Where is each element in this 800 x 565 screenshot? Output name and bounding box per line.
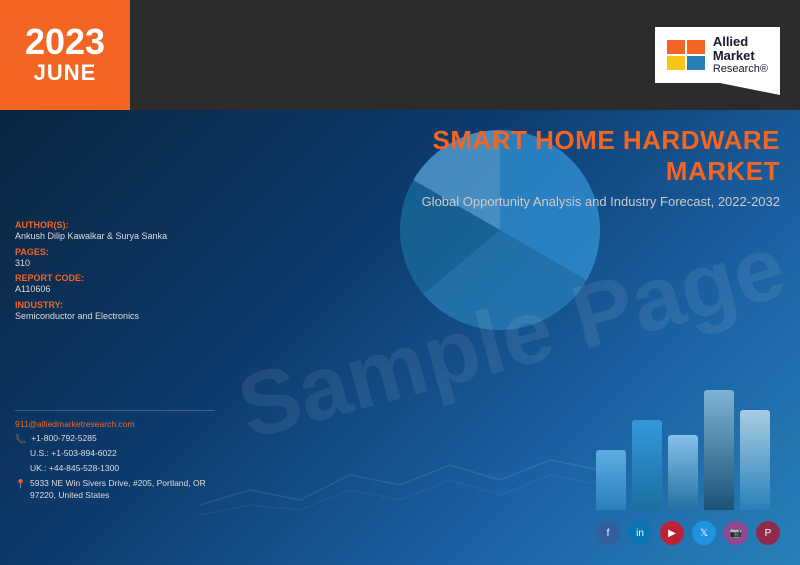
industry-label: INDUSTRY: xyxy=(15,300,167,310)
graph-lines-decoration xyxy=(200,445,600,525)
bar-4 xyxy=(704,390,734,510)
report-code-row: REPORT CODE: A110606 xyxy=(15,273,167,296)
phone2-row: 📞 U.S.: +1-503-894-6022 xyxy=(15,448,215,460)
phone3-text: UK.: +44-845-528-1300 xyxy=(30,463,119,475)
phone2-text: U.S.: +1-503-894-6022 xyxy=(30,448,117,460)
report-subtitle: Global Opportunity Analysis and Industry… xyxy=(330,193,780,211)
top-bar: 2023 JUNE Allied Market xyxy=(0,0,800,110)
address-row: 📍 5933 NE Win Sivers Drive, #205, Portla… xyxy=(15,478,215,502)
logo-line1: Allied xyxy=(713,35,768,49)
twitter-icon[interactable]: 𝕏 xyxy=(692,521,716,545)
industry-row: INDUSTRY: Semiconductor and Electronics xyxy=(15,300,167,323)
report-code-label: REPORT CODE: xyxy=(15,273,167,283)
industry-value: Semiconductor and Electronics xyxy=(15,310,167,323)
pages-row: PAGES: 310 xyxy=(15,247,167,270)
linkedin-icon[interactable]: in xyxy=(628,521,652,545)
bar-3 xyxy=(668,435,698,510)
logo-box: Allied Market Research® xyxy=(655,27,780,84)
info-panel: AUTHOR(S): Ankush Dilip Kawalkar & Surya… xyxy=(15,220,167,326)
pinterest-icon[interactable]: P xyxy=(756,521,780,545)
phone1-row: 📞 +1-800-792-5285 xyxy=(15,433,215,445)
report-title: SMART HOME HARDWARE MARKET xyxy=(330,125,780,187)
month: JUNE xyxy=(34,60,97,86)
phone-icon: 📞 xyxy=(15,434,26,445)
youtube-icon[interactable]: ▶ xyxy=(660,521,684,545)
report-code-value: A110606 xyxy=(15,283,167,296)
contact-email: 911@alliedmarketresearch.com xyxy=(15,419,215,429)
logo-text-group: Allied Market Research® xyxy=(713,35,768,76)
title-section: SMART HOME HARDWARE MARKET Global Opport… xyxy=(330,125,780,212)
phone3-row: 📞 UK.: +44-845-528-1300 xyxy=(15,463,215,475)
phone1-text: +1-800-792-5285 xyxy=(31,433,96,445)
bar-5 xyxy=(740,410,770,510)
bar-1 xyxy=(596,450,626,510)
bar-2 xyxy=(632,420,662,510)
authors-row: AUTHOR(S): Ankush Dilip Kawalkar & Surya… xyxy=(15,220,167,243)
contact-section: 911@alliedmarketresearch.com 📞 +1-800-79… xyxy=(15,402,215,505)
logo-flag-icon xyxy=(667,40,705,70)
pages-label: PAGES: xyxy=(15,247,167,257)
logo-area: Allied Market Research® xyxy=(130,0,800,110)
facebook-icon[interactable]: f xyxy=(596,521,620,545)
contact-divider xyxy=(15,410,215,411)
page-wrapper: 2023 JUNE Allied Market xyxy=(0,0,800,565)
authors-value: Ankush Dilip Kawalkar & Surya Sanka xyxy=(15,230,167,243)
authors-label: AUTHOR(S): xyxy=(15,220,167,230)
date-block: 2023 JUNE xyxy=(0,0,130,110)
instagram-icon[interactable]: 📷 xyxy=(724,521,748,545)
chart-bars xyxy=(596,390,770,510)
address-text: 5933 NE Win Sivers Drive, #205, Portland… xyxy=(30,478,215,502)
year: 2023 xyxy=(25,24,105,60)
social-icons-row: f in ▶ 𝕏 📷 P xyxy=(596,521,780,545)
location-icon: 📍 xyxy=(15,479,25,490)
pages-value: 310 xyxy=(15,257,167,270)
logo-line3: Research® xyxy=(713,63,768,75)
logo-line2: Market xyxy=(713,49,768,63)
